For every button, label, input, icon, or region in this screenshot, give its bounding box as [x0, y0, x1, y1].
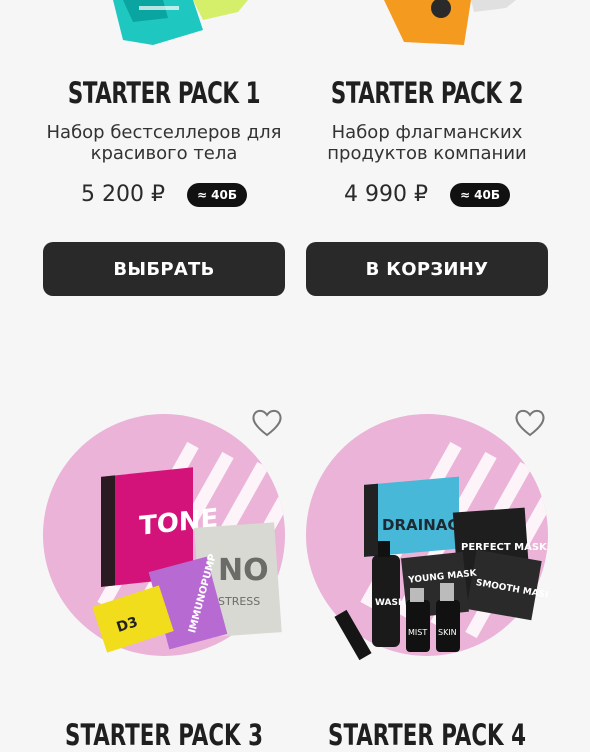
product-2-points-badge: ≈ 40Б [449, 182, 511, 207]
product-4-title: STARTER PACK 4 [328, 718, 526, 752]
select-button[interactable]: ВЫБРАТЬ [43, 242, 285, 296]
svg-text:MIST: MIST [408, 628, 427, 637]
add-to-cart-button[interactable]: В КОРЗИНУ [306, 242, 548, 296]
product-2-price: 4 990 ₽ [343, 182, 428, 207]
product-1-title: STARTER PACK 1 [67, 76, 261, 110]
svg-text:SKIN: SKIN [438, 628, 457, 637]
svg-text:WASH: WASH [375, 598, 406, 608]
product-2-title: STARTER PACK 2 [330, 76, 524, 110]
svg-text:NO: NO [218, 553, 269, 588]
product-1-price: 5 200 ₽ [80, 182, 165, 207]
product-2-description: Набор флагманских продуктов компании [327, 122, 527, 164]
product-3-title: STARTER PACK 3 [65, 718, 263, 752]
product-1-price-row: 5 200 ₽ ≈ 40Б [43, 182, 285, 207]
product-2-price-row: 4 990 ₽ ≈ 40Б [306, 182, 548, 207]
product-1-description: Набор бестселлеров для красивого тела [46, 122, 282, 164]
product-2-top-image [384, 0, 516, 45]
product-card-1: STARTER PACK 1 Набор бестселлеров для кр… [43, 0, 285, 752]
svg-text:STRESS: STRESS [218, 595, 260, 608]
product-3-image[interactable]: TONE NO STRESS IMMUNOPUMP D3 [43, 405, 285, 665]
svg-text:PERFECT MASK: PERFECT MASK [461, 542, 548, 553]
product-card-2: STARTER PACK 2 Набор флагманских продукт… [306, 0, 548, 752]
product-1-points-badge: ≈ 40Б [186, 182, 248, 207]
product-1-top-image [113, 0, 248, 45]
product-4-image[interactable]: DRAINAGE PERFECT MASK SMOOTH MASK YOUNG … [306, 405, 548, 665]
